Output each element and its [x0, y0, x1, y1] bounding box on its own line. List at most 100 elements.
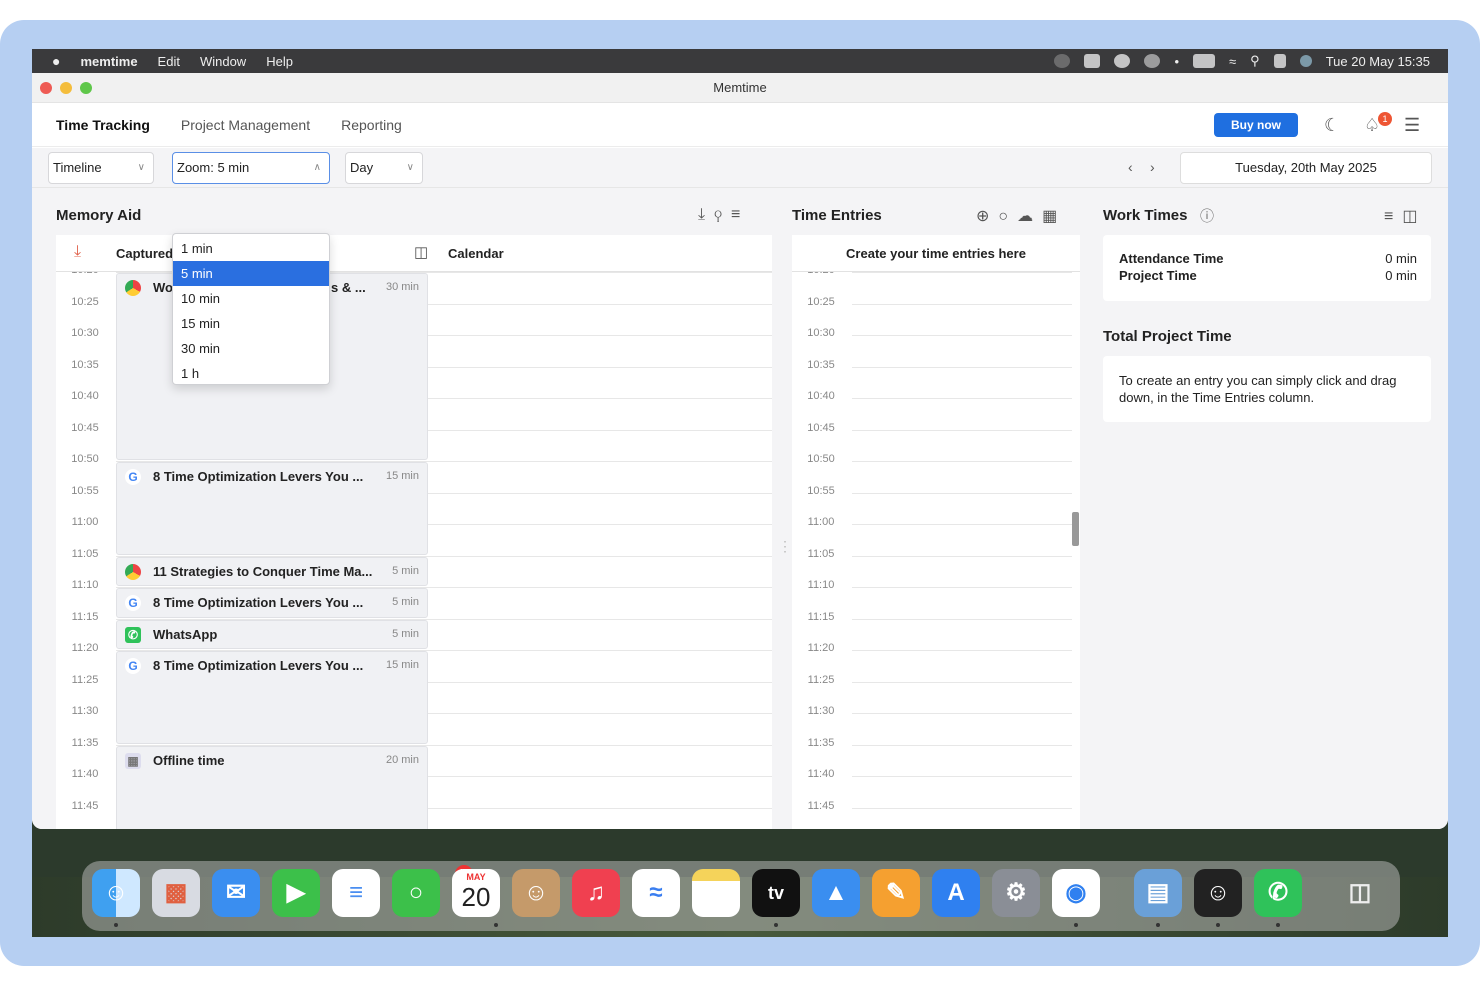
zoom-select[interactable]: Zoom: 5 min ∧: [172, 152, 330, 184]
zoom-option[interactable]: 5 min: [173, 261, 329, 286]
spotlight-search-icon[interactable]: ⚲: [1250, 53, 1260, 69]
collapse-panel-icon[interactable]: ◫: [1402, 208, 1426, 225]
wifi-icon[interactable]: ≈: [1229, 54, 1236, 69]
menu-edit[interactable]: Edit: [158, 54, 180, 69]
entry-duration: 5 min: [392, 627, 419, 640]
bluetooth-icon[interactable]: •: [1174, 54, 1179, 69]
menu-window[interactable]: Window: [200, 54, 246, 69]
entry-title: Offline time: [153, 752, 225, 768]
captured-entry[interactable]: G 8 Time Optimization Levers You ... 15 mi…: [116, 651, 428, 744]
scrollbar-thumb[interactable]: [1072, 512, 1079, 546]
zoom-option[interactable]: 10 min: [173, 286, 329, 311]
view-select[interactable]: Timeline ∨: [48, 152, 154, 184]
attendance-time-value: 0 min: [1385, 251, 1417, 266]
add-entry-icon[interactable]: ⊕: [976, 208, 998, 225]
chevron-down-icon: ∨: [406, 162, 414, 173]
running-indicator: [1216, 923, 1220, 927]
memory-aid-timeline[interactable]: 10:20 10:25 10:30 10:35 10:40 10:45 10:50 10:55…: [56, 272, 772, 829]
project-time-value: 0 min: [1385, 268, 1417, 283]
grid-line: [852, 587, 1072, 588]
next-day-icon[interactable]: ›: [1150, 159, 1155, 175]
time-tick-label: 11:25: [807, 673, 835, 686]
notes-icon[interactable]: [692, 869, 740, 917]
time-entries-timeline[interactable]: 10:20 10:25 10:30 10:35 10:40 10:45 10:50 10:55…: [792, 272, 1080, 829]
close-window-button[interactable]: [40, 82, 52, 94]
messages-icon[interactable]: ○: [392, 869, 440, 917]
captured-entry[interactable]: ✆ WhatsApp 5 min: [116, 619, 428, 649]
battery-icon[interactable]: [1193, 54, 1216, 68]
contacts-icon[interactable]: ☺: [512, 869, 560, 917]
tab-reporting[interactable]: Reporting: [341, 117, 402, 133]
zoom-option[interactable]: 15 min: [173, 311, 329, 336]
moon-status-icon[interactable]: [1054, 54, 1071, 68]
time-entries-title: Time Entries: [792, 207, 882, 224]
menu-help[interactable]: Help: [266, 54, 293, 69]
minimize-window-button[interactable]: [60, 82, 72, 94]
memtime-status-icon[interactable]: [1084, 54, 1101, 68]
info-icon[interactable]: ⓘ: [1200, 206, 1214, 226]
tab-time-tracking[interactable]: Time Tracking: [56, 117, 150, 133]
previous-day-icon[interactable]: ‹: [1128, 159, 1133, 175]
cloud-upload-icon[interactable]: ☁: [1017, 208, 1042, 225]
memtime-window: Memtime Time Tracking Project Management…: [32, 73, 1448, 829]
grid-line: [852, 429, 1072, 431]
captured-entry[interactable]: ▦ Offline time 20 min: [116, 745, 428, 829]
time-tick-label: 11:10: [807, 579, 835, 591]
trash-icon[interactable]: ◫: [1336, 869, 1384, 917]
captured-entry[interactable]: G 8 Time Optimization Levers You ... 15 mi…: [116, 462, 428, 555]
time-tick-label: 11:05: [807, 547, 835, 560]
tab-project-management[interactable]: Project Management: [181, 117, 310, 133]
facetime-icon[interactable]: ▶: [272, 869, 320, 917]
settings-sliders-icon[interactable]: ≡: [1384, 208, 1402, 225]
fan-icon[interactable]: [1144, 54, 1161, 68]
time-tick-label: 11:45: [807, 799, 835, 812]
pages-icon[interactable]: ✎: [872, 869, 920, 917]
chrome-icon[interactable]: ◉: [1052, 869, 1100, 917]
menu-clock[interactable]: Tue 20 May 15:35: [1326, 54, 1430, 69]
preview-icon[interactable]: ▤: [1134, 869, 1182, 917]
search-icon[interactable]: ⚲: [714, 206, 731, 223]
calendar-icon[interactable]: ▦: [1042, 208, 1066, 225]
control-center-icon[interactable]: [1273, 54, 1286, 68]
time-tick-label: 11:40: [807, 768, 835, 780]
zoom-option[interactable]: 30 min: [173, 336, 329, 361]
resize-handle[interactable]: ⋮: [778, 538, 792, 555]
music-icon[interactable]: ♫: [572, 869, 620, 917]
grid-line: [852, 524, 1072, 525]
freeform-icon[interactable]: ≈: [632, 869, 680, 917]
settings-icon[interactable]: ⚙: [992, 869, 1040, 917]
range-select[interactable]: Day ∨: [345, 152, 423, 184]
keynote-icon[interactable]: ▲: [812, 869, 860, 917]
dark-mode-icon[interactable]: ☾: [1324, 115, 1340, 136]
mail-icon[interactable]: ✉: [212, 869, 260, 917]
menu-app-name[interactable]: memtime: [80, 54, 137, 69]
whatsapp-icon[interactable]: ✆: [1254, 869, 1302, 917]
reminders-icon[interactable]: ≡: [332, 869, 380, 917]
captured-entry[interactable]: G 8 Time Optimization Levers You ... 5 min: [116, 588, 428, 618]
time-tick-label: 10:30: [71, 327, 99, 339]
zoom-option[interactable]: 1 h: [173, 361, 329, 386]
calendar-app-icon[interactable]: MAY 20: [452, 869, 500, 917]
appletv-icon[interactable]: tv: [752, 869, 800, 917]
buy-now-button[interactable]: Buy now: [1214, 113, 1298, 137]
entry-duration: 15 min: [385, 659, 419, 671]
lightbulb-icon[interactable]: ○: [998, 208, 1017, 225]
maximize-window-button[interactable]: [80, 82, 92, 94]
filter-icon[interactable]: ≡: [731, 206, 749, 223]
zoom-option[interactable]: 1 min: [173, 236, 329, 261]
grammarly-icon[interactable]: [1114, 54, 1131, 68]
trash-icon[interactable]: ◫: [414, 243, 428, 261]
apple-icon[interactable]: ●: [52, 53, 60, 69]
date-display[interactable]: Tuesday, 20th May 2025: [1180, 152, 1432, 184]
launchpad-icon[interactable]: ▩: [152, 869, 200, 917]
appstore-icon[interactable]: A: [932, 869, 980, 917]
captured-entry[interactable]: 11 Strategies to Conquer Time Ma... 5 min: [116, 556, 428, 586]
siri-icon[interactable]: [1299, 55, 1312, 67]
hamburger-menu-icon[interactable]: ☰: [1404, 115, 1420, 136]
download-icon[interactable]: ⤓: [698, 206, 714, 223]
time-tick-label: 10:55: [807, 484, 835, 497]
memtime-icon[interactable]: ☺: [1194, 869, 1242, 917]
finder-icon[interactable]: ☺: [92, 869, 140, 917]
range-select-value: Day: [350, 160, 374, 175]
download-capture-icon[interactable]: ⤓: [74, 243, 81, 261]
